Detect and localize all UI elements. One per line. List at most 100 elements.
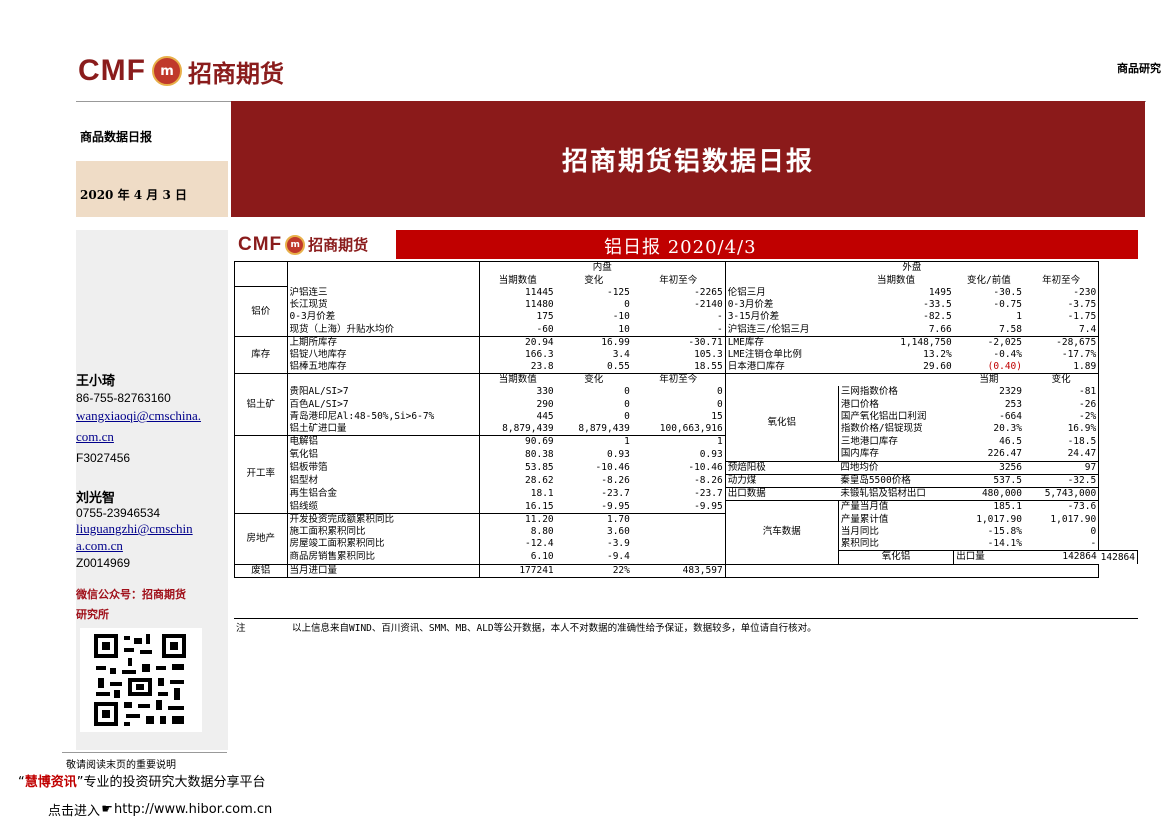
table-cell: 日本港口库存 xyxy=(724,361,839,374)
hibor-url[interactable]: http://www.hibor.com.cn xyxy=(114,802,272,817)
table-cell: -2140 xyxy=(694,299,723,311)
table-cell: -17.7% xyxy=(1023,348,1100,361)
table-row: 青岛港印尼Al:48-50%,Si>6-7% 445 0 15 国产氧化铝出口利润 -66… xyxy=(235,410,1138,423)
table-cell: 16.99 xyxy=(555,335,632,349)
table-cell: 8,879,439 xyxy=(578,423,630,435)
table-cell: 2329 xyxy=(999,386,1022,398)
table-cell: 电解铝 xyxy=(287,435,480,449)
table-cell: (0.40) xyxy=(987,361,1022,373)
table-cell: 青岛港印尼Al:48-50%,Si>6-7% xyxy=(287,410,480,423)
huibo-brand: 慧博资讯 xyxy=(24,775,77,790)
table-cell: 290 xyxy=(536,398,554,410)
table-cell: 97 xyxy=(1023,460,1100,475)
table-cell: 铝线缆 xyxy=(287,500,480,514)
table-row: 铝棒五地库存 23.8 0.55 18.55 日本港口库存 29.60 (0.40) 1.89 xyxy=(235,361,1138,374)
table-cell: 0 xyxy=(716,386,723,398)
table-cell: 长江现货 xyxy=(287,299,480,312)
table-cell: 现货（上海）升贴水均价 xyxy=(287,323,480,337)
table-cell: 当月同比 xyxy=(840,526,879,538)
table-cell: 1 xyxy=(631,435,726,449)
section-label: 废铝 xyxy=(234,563,288,578)
analyst-name: 刘光智 xyxy=(76,491,116,506)
table-cell: 100,663,916 xyxy=(659,423,723,435)
analyst-email-link[interactable]: wangxiaoqi@cmschina. xyxy=(76,408,201,424)
table-cell: 28.62 xyxy=(525,474,554,486)
wechat-label: 微信公众号：招商期货 xyxy=(76,588,186,601)
table-row: 再生铝合金 18.1 -23.7 -23.7 出口数据 未锻轧铝及铝材出口 480,000 5… xyxy=(235,486,1138,501)
table-cell: 18.1 xyxy=(530,487,554,499)
table-cell: 0-3月价差 xyxy=(287,311,480,324)
qr-code-icon xyxy=(80,628,202,732)
table-cell: -23.7 xyxy=(694,487,723,499)
table-cell: 伦铝三月 xyxy=(724,286,839,300)
table-cell: 7.58 xyxy=(999,323,1022,335)
analyst-email-link[interactable]: com.cn xyxy=(76,429,114,445)
table-cell: 0.93 xyxy=(699,448,723,460)
table-cell: 11445 xyxy=(525,286,554,298)
table-cell: 1,017.90 xyxy=(1023,513,1100,526)
table-row: 库存 上期所库存 20.94 16.99 -30.71 LME库存 1,148,750 -2,… xyxy=(234,335,1138,374)
table-cell: 累积同比 xyxy=(840,538,879,550)
logo-cn-text: 招商期货 xyxy=(187,58,284,88)
huibo-quote-close: ” xyxy=(76,775,84,790)
table-cell: 0 xyxy=(1023,525,1100,539)
table-cell: -230 xyxy=(1023,286,1100,300)
table-cell: -0.75 xyxy=(993,299,1022,311)
table-cell: -2,025 xyxy=(953,335,1024,349)
table-cell: 沪铝连三/伦铝三月 xyxy=(724,323,839,337)
table-cell: 1 xyxy=(1016,311,1022,323)
section-label: 商品研究 xyxy=(1117,62,1161,75)
table-row: 氧化铝 80.38 0.93 0.93 国内库存 226.47 24.47 xyxy=(235,448,1138,461)
table-row: 0-3月价差 175 -10 -3-15月价差 -82.5 1 -1.75 xyxy=(235,311,1138,324)
table-cell: 23.8 xyxy=(530,361,554,373)
table-cell: 142864 xyxy=(1098,550,1138,564)
wechat-label: 研究所 xyxy=(76,608,109,621)
table-cell: 未锻轧铝及铝材出口 xyxy=(838,486,954,501)
table-header-row: 当期数值 变化 年初至今 当期数值 变化/前值 年初至今 xyxy=(234,274,1138,287)
table-cell: 483,597 xyxy=(631,563,726,578)
section-label: 氧化铝 xyxy=(837,550,955,564)
table-cell: - xyxy=(716,311,723,323)
analyst-email-link[interactable]: liuguangzhi@cmschin xyxy=(76,521,193,537)
table-cell: -15.8% xyxy=(987,526,1022,538)
table-cell: 1495 xyxy=(928,286,952,298)
table-cell: -0.4% xyxy=(993,348,1022,360)
table-cell: 铝土矿进口量 xyxy=(287,422,480,436)
hibor-link[interactable]: 点击进入 ☛ http://www.hibor.com.cn xyxy=(48,800,272,819)
table-cell: 16.15 xyxy=(525,500,554,512)
table-cell: 铝板带箔 xyxy=(287,461,480,475)
table-cell: -9.4 xyxy=(606,551,630,563)
table-cell: 0.55 xyxy=(606,361,630,373)
table-cell: -73.6 xyxy=(1023,500,1100,514)
section-label: 汽车数据 xyxy=(724,500,839,564)
table-cell: 18.55 xyxy=(694,361,723,373)
table-cell: 变化 xyxy=(1023,373,1100,387)
table-cell: 贵阳AL/SI>7 xyxy=(287,386,480,399)
report-date: 2020 年 4 月 3 日 xyxy=(80,188,187,202)
table-cell: 105.3 xyxy=(694,348,723,360)
aluminum-data-table: 内盘 外盘 当期数值 变化 年初至今 当期数值 变化/前值 年初至今 铝价 沪铝连三 11445 -1… xyxy=(234,261,1138,578)
table-cell: 氧化铝 xyxy=(287,448,480,461)
section-label: 库存 xyxy=(234,335,288,374)
table-cell: -32.5 xyxy=(1023,473,1100,488)
table-cell: 8,879,439 xyxy=(502,423,554,435)
hibor-prefix: 点击进入 xyxy=(48,804,101,819)
panel-title-bar: CMF m 招商期货 铝日报 2020/4/3 xyxy=(234,230,1138,259)
analyst-email-link[interactable]: a.com.cn xyxy=(76,538,123,554)
table-cell: - xyxy=(1023,538,1100,551)
table-cell: -3.75 xyxy=(1023,299,1100,312)
section-label: 开工率 xyxy=(234,435,288,514)
report-title-banner: 招商期货铝数据日报 xyxy=(231,101,1145,217)
table-cell: 沪铝连三 xyxy=(287,286,480,300)
table-cell: 港口价格 xyxy=(840,398,879,410)
table-cell: 175 xyxy=(536,311,554,323)
table-row: 房地产 开发投资完成额累积同比 11.20 1.70 产量累计值 1,017.90 1,01… xyxy=(234,512,1138,564)
table-cell: 变化/前值 xyxy=(966,274,1011,286)
table-cell: -2265 xyxy=(694,286,723,298)
table-cell: -664 xyxy=(999,410,1022,422)
table-cell: 0-3月价差 xyxy=(724,299,839,312)
analyst-phone: 86-755-82763160 xyxy=(76,391,171,405)
table-cell: 6.10 xyxy=(530,551,554,563)
table-cell: 产量当月值 xyxy=(838,500,954,514)
table-cell: 铝锭八地库存 xyxy=(287,348,480,361)
